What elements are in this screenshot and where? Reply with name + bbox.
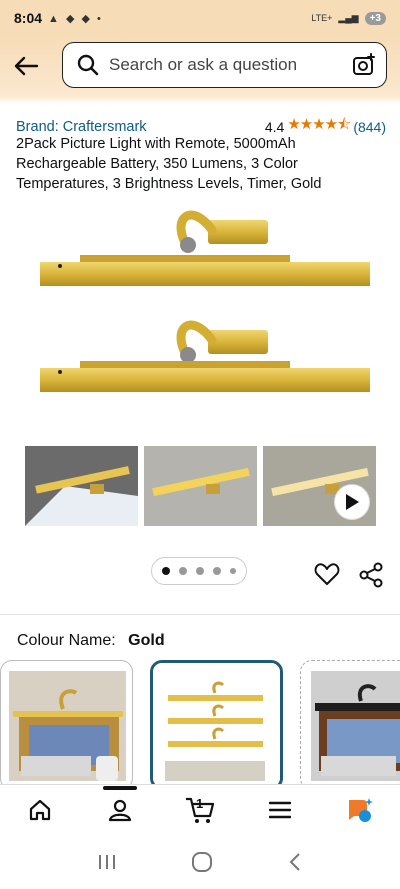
product-title: 2Pack Picture Light with Remote, 5000mAh…	[16, 136, 322, 192]
thumbnail-1[interactable]	[25, 446, 138, 526]
bottom-nav: 1	[0, 784, 400, 834]
swatch-option-gold-selected[interactable]	[150, 660, 283, 784]
heart-icon[interactable]	[314, 561, 340, 587]
header-shadow	[0, 96, 400, 104]
section-divider	[0, 614, 400, 615]
pager-dot	[213, 567, 221, 575]
home-button-icon[interactable]	[191, 851, 213, 873]
image-pager[interactable]	[151, 557, 247, 585]
nav-cart[interactable]: 1	[180, 790, 220, 830]
nav-menu[interactable]	[260, 790, 300, 830]
nav-home[interactable]	[20, 790, 60, 830]
recent-apps-icon[interactable]	[97, 853, 117, 871]
review-count[interactable]: (844)	[353, 119, 386, 135]
rufus-ai-icon	[349, 797, 373, 822]
profile-icon	[108, 799, 132, 821]
product-main-image[interactable]	[20, 200, 380, 400]
colour-value: Gold	[128, 632, 165, 649]
rating-value: 4.4	[264, 118, 285, 135]
back-nav-icon[interactable]	[287, 852, 303, 872]
play-button[interactable]	[334, 484, 370, 520]
pager-dot	[196, 567, 204, 575]
swatch-option-1[interactable]	[0, 660, 133, 784]
back-arrow-icon	[14, 56, 39, 76]
status-right: LTE+ ▂▄▆ +3	[311, 11, 386, 25]
status-time: 8:04	[14, 10, 43, 26]
nav-profile[interactable]	[100, 785, 140, 830]
search-box[interactable]	[62, 42, 387, 88]
notification-icons: ▲ ◆ ◆ •	[48, 12, 103, 25]
nav-rufus[interactable]	[340, 790, 380, 830]
thumbnail-3-video[interactable]	[263, 446, 376, 526]
thumbnail-strip	[25, 446, 376, 526]
colour-swatches	[0, 660, 400, 784]
network-indicator: LTE+	[311, 13, 333, 23]
pager-dot	[230, 568, 236, 574]
colour-label: Colour Name:	[17, 632, 116, 649]
share-icon[interactable]	[358, 562, 384, 588]
header	[0, 36, 400, 96]
swatch-option-black[interactable]	[300, 660, 400, 784]
colour-row: Colour Name: Gold	[17, 632, 165, 650]
signal-icon: ▂▄▆	[338, 12, 359, 23]
android-nav-bar	[0, 834, 400, 889]
pager-dot	[162, 567, 170, 575]
play-icon	[346, 494, 359, 510]
search-input[interactable]	[109, 55, 329, 75]
status-bar: 8:04 ▲ ◆ ◆ • LTE+ ▂▄▆ +3	[0, 0, 400, 36]
back-button[interactable]	[2, 42, 50, 90]
battery-badge: +3	[364, 11, 386, 25]
pager-dot	[179, 567, 187, 575]
camera-lens-icon[interactable]	[352, 53, 376, 77]
home-icon	[29, 799, 51, 820]
brand-link[interactable]: Brand: Craftersmark	[16, 119, 147, 135]
thumbnail-2[interactable]	[144, 446, 257, 526]
menu-icon	[269, 801, 291, 818]
search-icon	[77, 54, 99, 76]
cart-count: 1	[196, 795, 204, 811]
